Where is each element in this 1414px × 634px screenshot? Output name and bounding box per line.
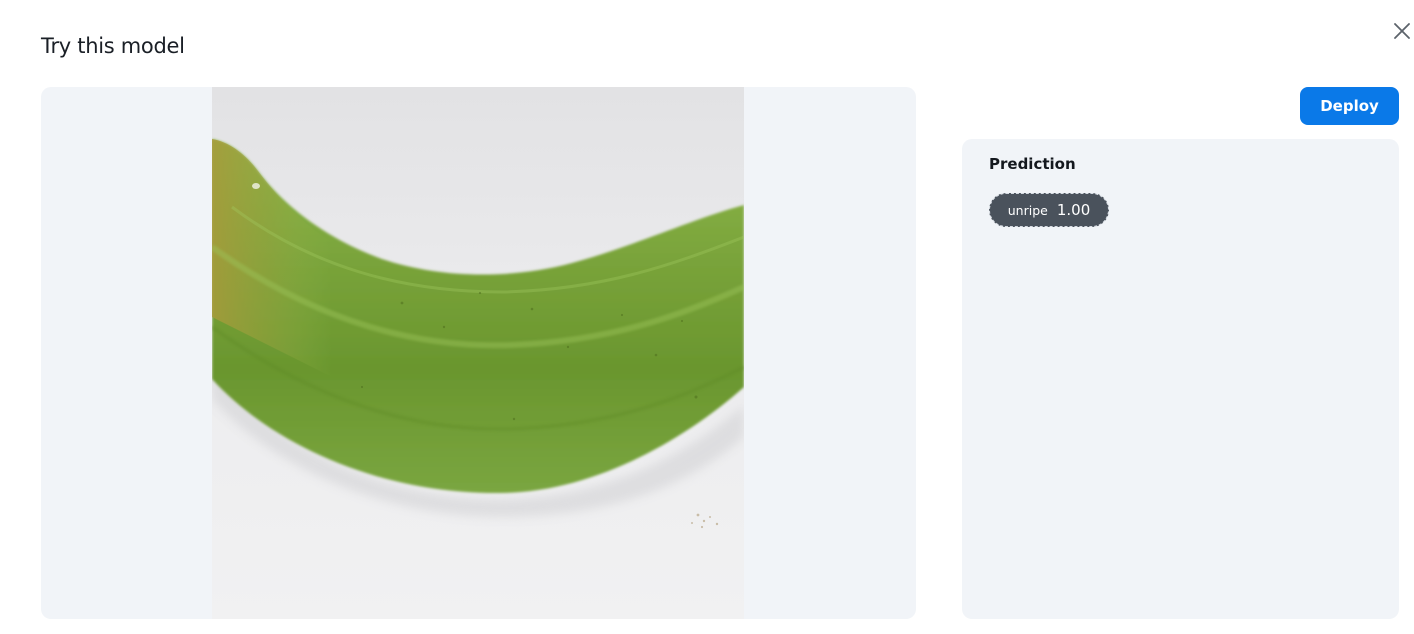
prediction-label: unripe: [1007, 202, 1048, 218]
image-preview-panel: [41, 87, 916, 619]
input-image: [212, 87, 744, 619]
prediction-chip: unripe 1.00: [989, 193, 1109, 227]
close-button[interactable]: [1390, 19, 1414, 43]
deploy-button[interactable]: Deploy: [1300, 87, 1399, 125]
close-icon: [1394, 23, 1410, 39]
dialog-title: Try this model: [41, 34, 185, 58]
prediction-panel: Prediction unripe 1.00: [962, 139, 1399, 619]
prediction-title: Prediction: [989, 155, 1076, 173]
prediction-score: 1.00: [1056, 201, 1091, 219]
